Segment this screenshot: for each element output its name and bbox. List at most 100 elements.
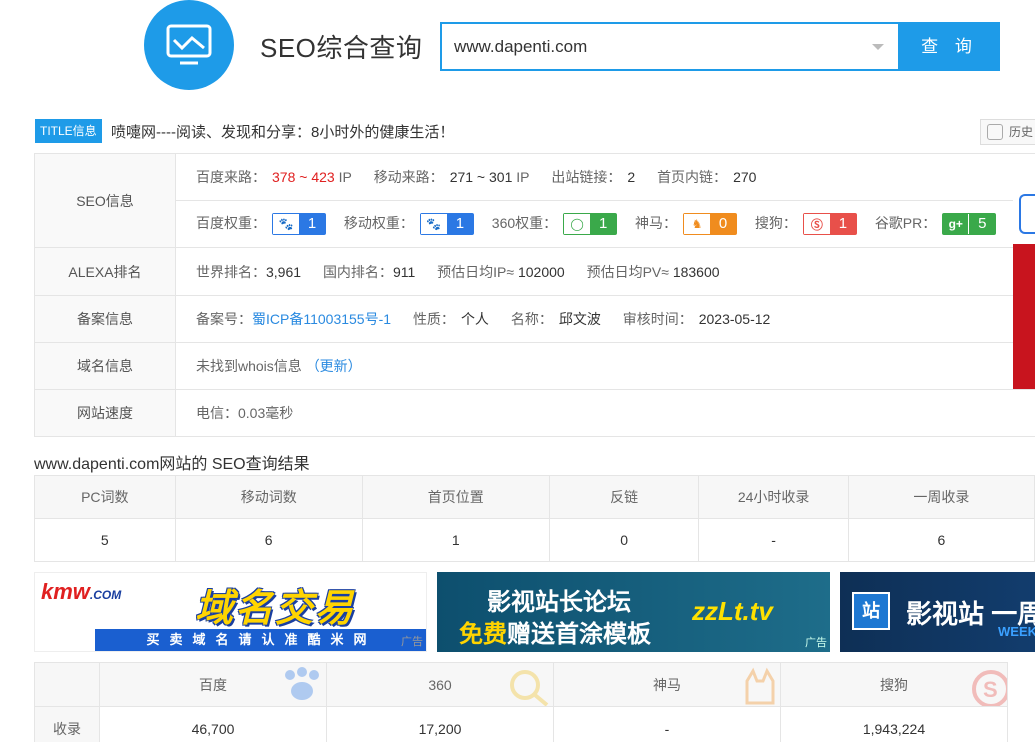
engine-header-360: 360 [326, 662, 554, 707]
chart-monitor-icon [166, 24, 212, 65]
history-label: 历史 [1009, 125, 1034, 139]
baidu-index-value[interactable]: 46,700 [99, 706, 327, 742]
shenma-horse-icon [745, 667, 775, 705]
baidu-mobile-paw-icon: 🐾 [420, 214, 447, 235]
inlinks-label: 首页内链： [657, 169, 728, 185]
kmw-logo-suffix: .COM [89, 588, 122, 602]
engine-header-empty [34, 662, 100, 707]
ad-label: 广告 [401, 636, 423, 648]
result-header: 反链 [548, 475, 700, 519]
result-cell[interactable]: 6 [847, 518, 1035, 562]
ad-headline: 域名交易 [195, 588, 356, 630]
world-rank-value: 3,961 [266, 263, 302, 280]
side-ad-tab [1019, 194, 1035, 234]
seo-info-label: SEO信息 [34, 153, 176, 248]
mobile-weight-badge[interactable]: 🐾 1 [419, 213, 474, 236]
result-header: 首页位置 [361, 475, 550, 519]
seo-info-table: SEO信息 百度来路： 378 ~ 423 IP 移动来路： 271 ~ 301 I… [34, 153, 1035, 437]
magnifier-icon [510, 670, 549, 706]
shenma-index-value: - [553, 706, 781, 742]
seo-source-row: 百度来路： 378 ~ 423 IP 移动来路： 271 ~ 301 IP 出站链接… [175, 153, 1035, 201]
360-ring-icon: ◯ [564, 214, 591, 235]
shenma-horse-icon: ♞ [684, 214, 711, 235]
weight-360-badge[interactable]: ◯ 1 [563, 213, 618, 236]
engine-header-baidu: 百度 [99, 662, 327, 707]
baidu-weight-badge[interactable]: 🐾 1 [272, 213, 326, 236]
engine-index-table: 百度 360 神马 搜狗 S 收录 46,700 17,200 - 1,943,… [34, 662, 1008, 742]
domain-info-label: 域名信息 [34, 342, 176, 390]
weight-360-label: 360权重： [491, 214, 558, 231]
result-header: 移动词数 [174, 475, 363, 519]
ad-subline: 免费赠送首涂模板 [459, 621, 651, 648]
ad-tagline: 买卖域名请认准酷米网 [95, 629, 426, 651]
search-box[interactable] [440, 22, 900, 71]
daily-pv-label: 预估日均PV≈ [586, 263, 669, 280]
engine-header-shenma: 神马 [553, 662, 781, 707]
outlinks-label: 出站链接： [551, 169, 622, 185]
icp-no-label: 备案号： [196, 311, 252, 327]
owner-name-label: 名称： [510, 311, 553, 327]
result-cell[interactable]: 5 [34, 518, 176, 562]
google-pr-badge[interactable]: g+ 5 [942, 213, 997, 236]
result-cell[interactable]: 0 [548, 518, 700, 562]
sogou-badge[interactable]: Ⓢ 1 [802, 213, 857, 236]
outlinks-value: 2 [627, 169, 636, 185]
icp-row: 备案号：蜀ICP备11003155号-1 性质： 个人 名称： 邱文波 审核时间： 2… [175, 295, 1035, 343]
result-cell: - [698, 518, 849, 562]
chevron-down-icon[interactable] [872, 44, 884, 50]
daily-ip-value: 102000 [517, 263, 565, 280]
baidu-paw-icon: 🐾 [273, 214, 299, 235]
inlinks-value: 270 [733, 169, 757, 185]
history-icon [987, 124, 1003, 140]
shenma-badge[interactable]: ♞ 0 [683, 213, 738, 236]
daily-ip-label: 预估日均IP≈ [437, 263, 515, 280]
search-input[interactable] [454, 37, 854, 57]
nature-label: 性质： [412, 311, 455, 327]
world-rank-label: 世界排名： [196, 263, 266, 280]
whois-update-link[interactable]: （更新） [306, 358, 362, 374]
index-360-value[interactable]: 17,200 [326, 706, 554, 742]
index-row-label: 收录 [34, 706, 100, 742]
domestic-rank-label: 国内排名： [322, 263, 393, 280]
ad-banner-movie-site[interactable]: 站 影视站 一周 WEEK [840, 572, 1035, 652]
site-badge-icon: 站 [852, 592, 890, 630]
side-ad-banner[interactable] [1013, 154, 1035, 389]
result-cell[interactable]: 1 [361, 518, 550, 562]
search-button[interactable]: 查 询 [899, 22, 1000, 71]
mobile-source-value: 271 ~ 301 [449, 169, 513, 185]
seo-result-table: PC词数 移动词数 首页位置 反链 24小时收录 一周收录 5 6 1 0 - … [34, 475, 1035, 562]
seo-weight-row: 百度权重： 🐾 1 移动权重： 🐾 1 360权重： ◯ 1 神马： ♞ 0 搜狗： Ⓢ 1 谷歌P… [175, 200, 1035, 248]
history-button[interactable]: 历史 [980, 119, 1035, 145]
ad-banner-domain-trade[interactable]: kmw.COM 域名交易 买卖域名请认准酷米网 广告 [34, 572, 427, 652]
domestic-rank-value: 911 [392, 263, 416, 280]
nature-value: 个人 [460, 311, 489, 327]
audit-date-label: 审核时间： [622, 311, 693, 327]
kmw-logo: kmw.COM [41, 579, 122, 604]
whois-text: 未找到whois信息 [196, 358, 302, 374]
ad-label: 广告 [805, 637, 827, 649]
mobile-source-label: 移动来路： [373, 169, 444, 185]
baidu-source-label: 百度来路： [196, 169, 266, 185]
baidu-source-unit: IP [338, 169, 352, 185]
audit-date-value: 2023-05-12 [698, 311, 771, 327]
icp-no-link[interactable]: 蜀ICP备11003155号-1 [252, 311, 391, 327]
icp-label: 备案信息 [34, 295, 176, 343]
svg-text:S: S [983, 677, 998, 702]
baidu-paw-icon [285, 667, 319, 700]
result-header: 一周收录 [847, 475, 1035, 519]
app-logo[interactable] [144, 0, 234, 90]
ad-subline: WEEK [998, 624, 1035, 639]
sogou-index-value[interactable]: 1,943,224 [780, 706, 1008, 742]
sogou-s-icon: Ⓢ [803, 214, 830, 235]
ad-banner-forum[interactable]: 影视站长论坛 免费赠送首涂模板 zzLt.tv 广告 [437, 572, 830, 652]
speed-label: 网站速度 [34, 389, 176, 437]
site-title-text: 喷嚏网----阅读、发现和分享：8小时外的健康生活！ [111, 124, 455, 141]
sogou-s-icon: S [972, 670, 1007, 706]
result-header: 24小时收录 [698, 475, 849, 519]
page-title: SEO综合查询 [260, 33, 423, 63]
owner-name-value: 邱文波 [558, 311, 601, 327]
alexa-row: 世界排名：3,961 国内排名：911 预估日均IP≈ 102000 预估日均P… [175, 247, 1035, 296]
domain-row: 未找到whois信息 （更新） [175, 342, 1035, 390]
baidu-weight-label: 百度权重： [196, 214, 266, 231]
result-cell[interactable]: 6 [174, 518, 363, 562]
